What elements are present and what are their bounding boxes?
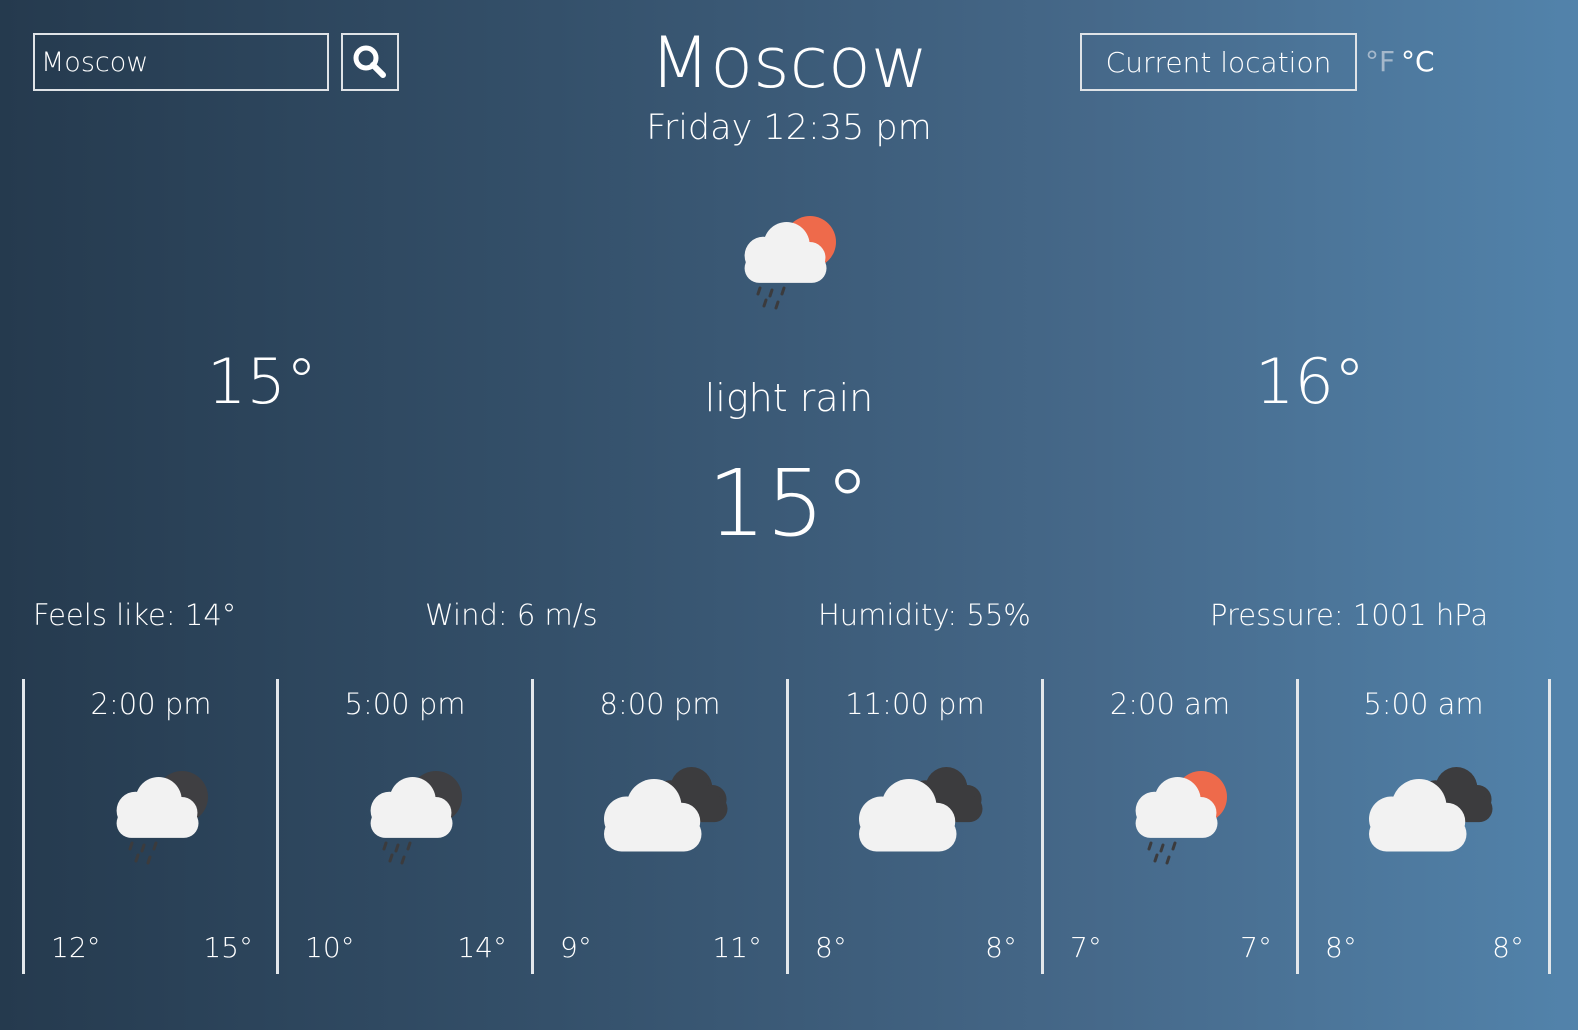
feels-like: Feels like: 14° (33, 598, 237, 632)
cloud-rain-sun-icon (1135, 771, 1227, 865)
temp-min: 15° (207, 345, 317, 418)
forecast-item: 5:00 pm 10° 14° (276, 679, 531, 974)
broken-clouds-icon (1369, 767, 1493, 852)
forecast-high: 15° (203, 931, 253, 964)
wind-speed: Wind: 6 m/s (425, 598, 598, 632)
pressure: Pressure: 1001 hPa (1210, 598, 1489, 632)
forecast-time: 11:00 pm (845, 687, 985, 721)
city-title: Moscow (649, 22, 929, 104)
forecast-item: 2:00 am 7° 7° (1041, 679, 1296, 974)
search-icon (353, 45, 386, 78)
forecast-high: 7° (1240, 931, 1272, 964)
forecast-high: 8° (1492, 931, 1524, 964)
forecast-low: 10° (305, 931, 355, 964)
cloud-rain-moon-icon (116, 771, 208, 865)
hourly-forecast: 2:00 pm 12° 15° 5:00 pm 10° 14° 8:00 pm … (22, 679, 1554, 974)
broken-clouds-icon (604, 767, 728, 852)
broken-clouds-icon (859, 767, 983, 852)
forecast-time: 5:00 pm (344, 687, 466, 721)
current-temp: 15° (707, 450, 871, 557)
forecast-low: 8° (1325, 931, 1357, 964)
forecast-time: 2:00 pm (90, 687, 212, 721)
search-button[interactable] (341, 33, 399, 91)
current-location-button[interactable]: Current location (1080, 33, 1357, 91)
forecast-item: 8:00 pm 9° 11° (531, 679, 786, 974)
cloud-rain-sun-icon (744, 216, 836, 310)
forecast-time: 2:00 am (1109, 687, 1231, 721)
forecast-item: 11:00 pm 8° 8° (786, 679, 1041, 974)
forecast-time: 5:00 am (1363, 687, 1484, 721)
forecast-low: 12° (51, 931, 101, 964)
forecast-item: 2:00 pm 12° 15° (22, 679, 277, 974)
date-time: Friday 12:35 pm (646, 108, 932, 148)
unit-celsius-toggle[interactable]: °C (1401, 45, 1435, 78)
forecast-high: 11° (712, 931, 762, 964)
temp-max: 16° (1255, 345, 1365, 418)
forecast-low: 8° (815, 931, 847, 964)
forecast-high: 14° (457, 931, 507, 964)
humidity: Humidity: 55% (818, 598, 1031, 632)
forecast-item: 5:00 am 8° 8° (1296, 679, 1551, 974)
forecast-high: 8° (985, 931, 1017, 964)
cloud-rain-moon-icon (370, 771, 462, 865)
forecast-low: 7° (1070, 931, 1102, 964)
weather-description: light rain (704, 376, 874, 420)
forecast-low: 9° (560, 931, 592, 964)
forecast-time: 8:00 pm (599, 687, 721, 721)
unit-fahrenheit-toggle[interactable]: °F (1365, 45, 1395, 78)
search-input[interactable] (33, 33, 329, 91)
weather-icon-cloud-rain-sun (726, 212, 846, 327)
